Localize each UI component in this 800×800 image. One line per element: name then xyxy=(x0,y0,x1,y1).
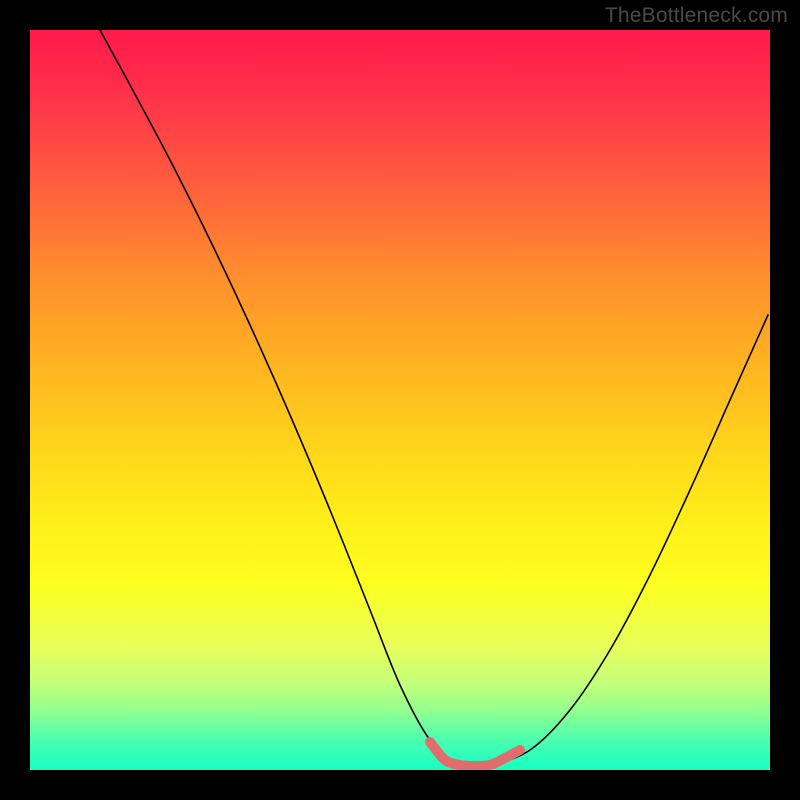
chart-frame: TheBottleneck.com xyxy=(0,0,800,800)
plot-area xyxy=(30,30,770,770)
trough-highlight xyxy=(430,742,520,766)
watermark-text: TheBottleneck.com xyxy=(605,4,788,28)
bottleneck-curve xyxy=(100,30,768,768)
curve-layer xyxy=(30,30,770,770)
